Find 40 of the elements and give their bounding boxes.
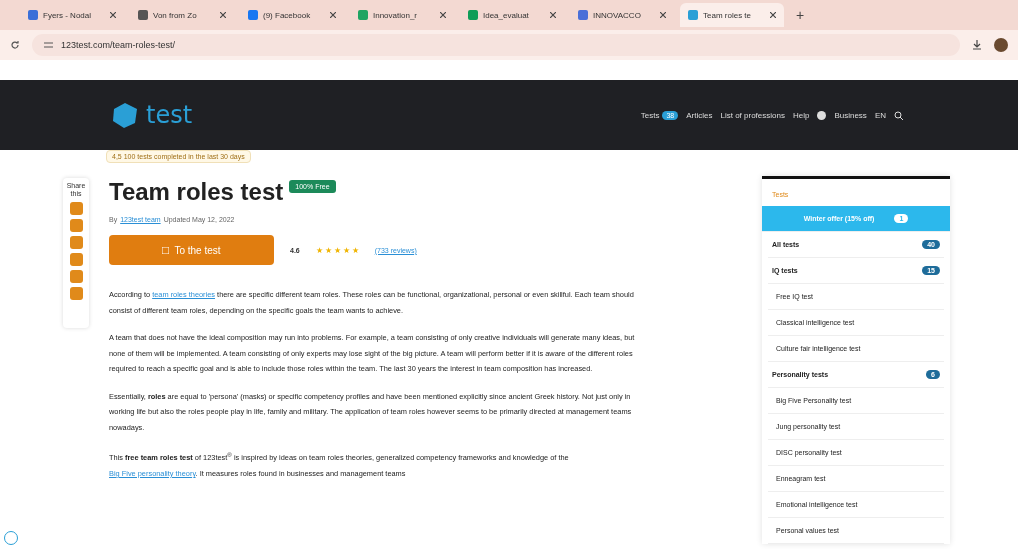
nav-link[interactable]: Business — [834, 110, 867, 120]
star-icon: ★ — [315, 245, 323, 255]
browser-tab[interactable]: Idea_evaluat — [460, 3, 564, 27]
share-button[interactable] — [69, 270, 83, 283]
browser-tab[interactable]: INNOVACCO — [570, 3, 674, 27]
tune-icon — [44, 41, 53, 49]
browser-tab[interactable]: (9) Facebook — [240, 3, 344, 27]
star-icon: ★ — [342, 245, 350, 255]
browser-tab[interactable]: Innovation_r — [350, 3, 454, 27]
logo-text: test — [146, 101, 193, 129]
nav-link[interactable]: List of professions — [720, 110, 785, 120]
share-button[interactable] — [69, 287, 83, 300]
share-button[interactable] — [69, 202, 83, 215]
close-icon[interactable] — [550, 12, 556, 18]
avatar-icon[interactable] — [994, 38, 1008, 52]
close-icon[interactable] — [660, 12, 666, 18]
user-icon[interactable] — [817, 110, 827, 120]
share-button[interactable] — [69, 253, 83, 266]
address-field[interactable]: 123test.com/team-roles-test/ — [32, 34, 960, 56]
star-icon: ★ — [351, 245, 359, 255]
new-tab-button[interactable]: + — [790, 7, 811, 23]
close-icon[interactable] — [110, 12, 116, 18]
search-icon[interactable] — [894, 110, 903, 120]
close-icon[interactable] — [440, 12, 446, 18]
nav-link[interactable]: EN — [874, 110, 886, 120]
browser-tab[interactable]: Team roles te — [680, 3, 784, 27]
close-icon[interactable] — [220, 12, 226, 18]
share-button[interactable] — [69, 236, 83, 249]
share-button[interactable] — [69, 219, 83, 232]
star-icon: ★ — [324, 245, 332, 255]
close-icon[interactable] — [330, 12, 336, 18]
browser-tab[interactable]: Fyers - Nodal — [20, 3, 124, 27]
nav-link[interactable]: Articles — [686, 110, 713, 120]
star-icon: ★ — [333, 245, 341, 255]
reload-icon[interactable] — [10, 40, 20, 50]
nav-link[interactable]: Help — [792, 110, 810, 120]
close-icon[interactable] — [770, 12, 776, 18]
browser-tab[interactable]: Von from Zo — [130, 3, 234, 27]
download-icon[interactable] — [972, 40, 982, 50]
page-title: Team roles test — [109, 178, 284, 206]
